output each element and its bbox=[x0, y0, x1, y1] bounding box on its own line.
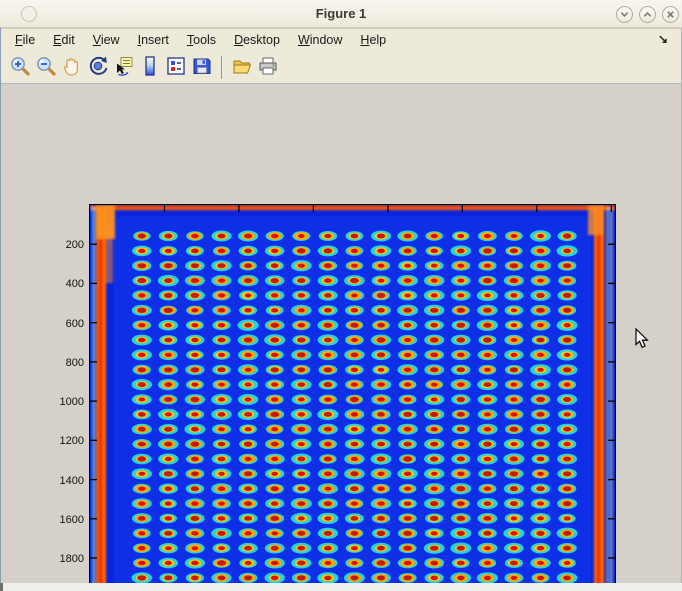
menu-item-file[interactable]: File bbox=[6, 30, 44, 51]
open-icon bbox=[231, 55, 253, 80]
y-tick-label: 1800 bbox=[44, 553, 84, 566]
toolbar bbox=[1, 51, 681, 84]
insert-legend-button[interactable] bbox=[163, 54, 188, 81]
save-icon bbox=[191, 55, 213, 80]
y-tick-label: 200 bbox=[44, 239, 84, 252]
maximize-button[interactable] bbox=[639, 6, 656, 23]
zoom-out-icon bbox=[35, 55, 57, 80]
menu-item-window[interactable]: Window bbox=[289, 30, 351, 51]
print-button[interactable] bbox=[255, 54, 280, 81]
rotate-3d-icon bbox=[87, 55, 109, 80]
menu-bar: FileEditViewInsertToolsDesktopWindowHelp bbox=[1, 29, 681, 51]
close-icon bbox=[665, 9, 676, 20]
mouse-cursor bbox=[635, 328, 651, 350]
save-button[interactable] bbox=[189, 54, 214, 81]
chevron-up-icon bbox=[642, 9, 653, 20]
zoom-out-button[interactable] bbox=[33, 54, 58, 81]
rotate-3d-button[interactable] bbox=[85, 54, 110, 81]
y-tick-label: 800 bbox=[44, 357, 84, 370]
menu-item-edit[interactable]: Edit bbox=[44, 30, 84, 51]
minimize-button[interactable] bbox=[616, 6, 633, 23]
desktop-strip bbox=[0, 583, 682, 591]
zoom-in-icon bbox=[9, 55, 31, 80]
menu-item-desktop[interactable]: Desktop bbox=[225, 30, 289, 51]
menu-item-tools[interactable]: Tools bbox=[178, 30, 225, 51]
y-tick-label: 400 bbox=[44, 278, 84, 291]
insert-legend-icon bbox=[165, 55, 187, 80]
microplate-heatmap-image bbox=[90, 205, 615, 591]
menu-item-help[interactable]: Help bbox=[351, 30, 395, 51]
menu-item-view[interactable]: View bbox=[84, 30, 129, 51]
y-tick-label: 1200 bbox=[44, 435, 84, 448]
data-cursor-button[interactable] bbox=[111, 54, 136, 81]
y-tick-label: 600 bbox=[44, 318, 84, 331]
colorbar-icon bbox=[139, 55, 161, 80]
plot-area[interactable] bbox=[89, 204, 616, 591]
window-title: Figure 1 bbox=[0, 0, 682, 28]
open-button[interactable] bbox=[229, 54, 254, 81]
y-tick-label: 1000 bbox=[44, 396, 84, 409]
zoom-in-button[interactable] bbox=[7, 54, 32, 81]
colorbar-button[interactable] bbox=[137, 54, 162, 81]
menu-item-insert[interactable]: Insert bbox=[129, 30, 178, 51]
data-cursor-icon bbox=[113, 55, 135, 80]
pan-button[interactable] bbox=[59, 54, 84, 81]
figure-window: Figure 1 FileEditViewInsertToolsDesktopW… bbox=[0, 0, 682, 591]
toolbar-separator bbox=[221, 56, 222, 79]
figure-canvas: Retry Continue / Finish 2004006008001000… bbox=[1, 85, 681, 583]
chevron-down-icon bbox=[619, 9, 630, 20]
pan-icon bbox=[61, 55, 83, 80]
close-button[interactable] bbox=[662, 6, 679, 23]
window-shadow bbox=[0, 583, 3, 591]
print-icon bbox=[257, 55, 279, 80]
y-tick-label: 1600 bbox=[44, 514, 84, 527]
window-controls bbox=[616, 6, 679, 23]
y-tick-label: 1400 bbox=[44, 475, 84, 488]
title-bar[interactable]: Figure 1 bbox=[0, 0, 682, 28]
dock-figure-icon[interactable]: ↘ bbox=[658, 32, 668, 46]
